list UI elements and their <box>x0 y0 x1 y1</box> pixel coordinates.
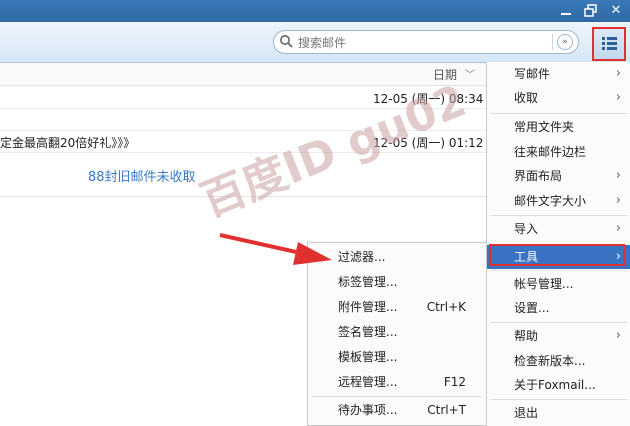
tools-submenu: 过滤器... 标签管理... 附件管理... Ctrl+K 签名管理... 模板管… <box>307 242 487 426</box>
minimize-icon[interactable] <box>556 1 576 21</box>
menu-item-label: 往来邮件边栏 <box>514 145 587 159</box>
menu-separator <box>491 215 627 216</box>
menu-item-account-management[interactable]: 帐号管理... <box>487 272 630 296</box>
submenu-item-filters[interactable]: 过滤器... <box>308 245 486 270</box>
shortcut-label: Ctrl+K <box>426 300 466 314</box>
menu-item-label: 导入 <box>514 222 539 236</box>
menu-item-label: 设置... <box>514 301 550 315</box>
chevron-right-icon: › <box>615 221 621 236</box>
menu-item-label: 关于Foxmail... <box>514 378 596 392</box>
menu-item-import[interactable]: 导入 › <box>487 217 630 241</box>
menu-item-compose[interactable]: 写邮件 › <box>487 62 630 86</box>
menu-item-label: 常用文件夹 <box>514 120 575 134</box>
chevron-down-icon[interactable]: ﹀ <box>465 66 475 81</box>
submenu-item-label: 模板管理... <box>338 350 398 364</box>
main-menu-button[interactable] <box>592 27 626 61</box>
search-separator <box>552 34 553 50</box>
menu-item-label: 检查新版本... <box>514 354 586 368</box>
submenu-item-todo[interactable]: 待办事项... Ctrl+T <box>308 398 486 423</box>
search-options-button[interactable]: » <box>557 34 573 50</box>
menu-item-label: 界面布局 <box>514 169 563 183</box>
menu-item-label: 退出 <box>514 406 539 420</box>
submenu-item-attachments[interactable]: 附件管理... Ctrl+K <box>308 295 486 320</box>
menu-item-exit[interactable]: 退出 <box>487 401 630 425</box>
shortcut-label: F12 <box>443 375 466 389</box>
menu-item-label: 写邮件 <box>514 67 551 81</box>
submenu-item-label: 过滤器... <box>338 250 386 264</box>
menu-item-correspondence-sidebar[interactable]: 往来邮件边栏 <box>487 140 630 164</box>
highlight-frame <box>489 244 625 266</box>
menu-item-label: 收取 <box>514 91 539 105</box>
search-box[interactable]: » <box>273 30 579 54</box>
chevron-right-icon: › <box>615 168 621 183</box>
submenu-item-tags[interactable]: 标签管理... <box>308 270 486 295</box>
menu-item-label: 帮助 <box>514 329 539 343</box>
restore-icon[interactable] <box>581 1 601 21</box>
chevron-right-icon: › <box>615 193 621 208</box>
search-icon <box>280 35 293 48</box>
menu-item-font-size[interactable]: 邮件文字大小 › <box>487 189 630 213</box>
submenu-item-label: 待办事项... <box>338 403 398 417</box>
menu-separator <box>491 322 627 323</box>
close-icon[interactable]: ✕ <box>606 1 626 21</box>
menu-item-settings[interactable]: 设置... <box>487 296 630 320</box>
mail-subject: 定金最高翻20倍好礼》》》 <box>0 136 136 150</box>
submenu-item-label: 签名管理... <box>338 325 398 339</box>
menu-item-layout[interactable]: 界面布局 › <box>487 164 630 188</box>
submenu-item-remote[interactable]: 远程管理... F12 <box>308 370 486 395</box>
toolbar: » <box>0 22 630 63</box>
menu-item-label: 邮件文字大小 <box>514 194 587 208</box>
submenu-item-label: 标签管理... <box>338 275 398 289</box>
shortcut-label: Ctrl+T <box>427 403 466 417</box>
menu-item-favorite-folders[interactable]: 常用文件夹 <box>487 115 630 139</box>
chevron-right-icon: › <box>615 66 621 81</box>
chevron-right-icon: › <box>615 328 621 343</box>
chevron-right-icon: › <box>615 90 621 105</box>
menu-separator <box>312 396 482 397</box>
title-bar: ✕ <box>0 0 630 22</box>
menu-separator <box>491 113 627 114</box>
menu-item-check-update[interactable]: 检查新版本... <box>487 349 630 373</box>
older-mail-link[interactable]: 88封旧邮件未收取 <box>88 166 196 185</box>
menu-item-about[interactable]: 关于Foxmail... <box>487 373 630 397</box>
menu-item-help[interactable]: 帮助 › <box>487 324 630 348</box>
submenu-item-label: 附件管理... <box>338 300 398 314</box>
menu-separator <box>491 270 627 271</box>
submenu-item-templates[interactable]: 模板管理... <box>308 345 486 370</box>
submenu-item-label: 远程管理... <box>338 375 398 389</box>
submenu-item-signatures[interactable]: 签名管理... <box>308 320 486 345</box>
menu-separator <box>491 399 627 400</box>
search-input[interactable] <box>296 33 550 53</box>
menu-item-label: 帐号管理... <box>514 277 574 291</box>
list-menu-icon <box>602 37 617 50</box>
menu-item-receive[interactable]: 收取 › <box>487 86 630 110</box>
